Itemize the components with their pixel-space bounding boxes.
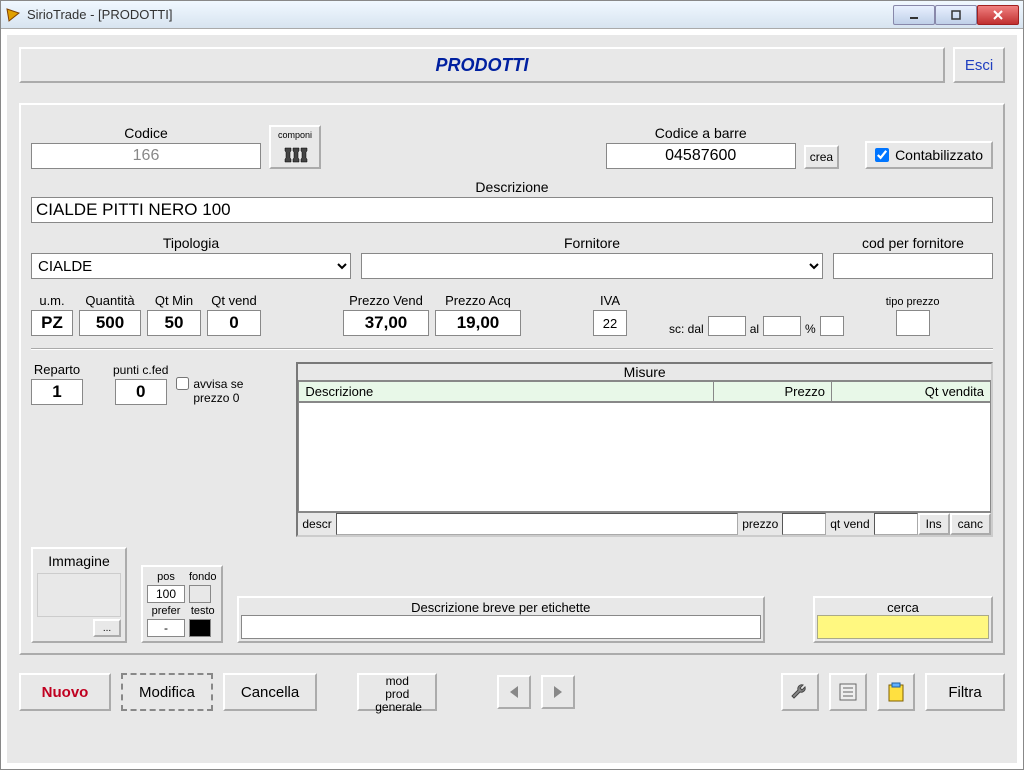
misure-col-qt: Qt vendita: [831, 382, 990, 402]
clipboard-button[interactable]: [877, 673, 915, 711]
fornitore-select[interactable]: [361, 253, 823, 279]
descr-etichette-input[interactable]: [241, 615, 761, 639]
misure-title: Misure: [298, 364, 991, 381]
sc-al-input[interactable]: [763, 316, 801, 336]
sc-pct-input[interactable]: [820, 316, 844, 336]
window: SirioTrade - [PRODOTTI] PRODOTTI Esci Co…: [0, 0, 1024, 770]
misure-prezzo-input[interactable]: [782, 513, 826, 535]
contabilizzato-input[interactable]: [875, 148, 889, 162]
punti-input[interactable]: [115, 379, 167, 405]
contabilizzato-checkbox[interactable]: Contabilizzato: [865, 141, 993, 169]
immagine-panel: Immagine ...: [31, 547, 127, 643]
chess-icon: [281, 140, 309, 164]
misure-panel: Misure Descrizione Prezzo Qt vendita des…: [296, 362, 993, 537]
minimize-button[interactable]: [893, 5, 935, 25]
barcode-input[interactable]: [606, 143, 796, 169]
footer-toolbar: Nuovo Modifica Cancella mod prod general…: [19, 673, 1005, 711]
iva-input[interactable]: [593, 310, 627, 336]
page-title: PRODOTTI: [436, 55, 529, 76]
exit-button[interactable]: Esci: [953, 47, 1005, 83]
nuovo-button[interactable]: Nuovo: [19, 673, 111, 711]
codfornitore-label: cod per fornitore: [833, 235, 993, 253]
codfornitore-input[interactable]: [833, 253, 993, 279]
crea-button[interactable]: crea: [804, 145, 839, 169]
filtra-button[interactable]: Filtra: [925, 673, 1005, 711]
cerca-input[interactable]: [817, 615, 989, 639]
misure-ins-button[interactable]: Ins: [918, 513, 950, 535]
prefer-input[interactable]: [147, 619, 185, 637]
barcode-label: Codice a barre: [606, 125, 796, 143]
window-controls: [893, 5, 1019, 25]
pos-panel: pos fondo prefer testo: [141, 565, 223, 643]
misure-col-descr: Descrizione: [299, 382, 714, 402]
codice-input[interactable]: [31, 143, 261, 169]
app-icon: [5, 7, 21, 23]
cancella-button[interactable]: Cancella: [223, 673, 317, 711]
list-icon: [837, 681, 859, 703]
tipoprezzo-input[interactable]: [896, 310, 930, 336]
prezzo-acq-input[interactable]: [435, 310, 521, 336]
testo-swatch[interactable]: [189, 619, 211, 637]
wrench-icon: [789, 681, 811, 703]
titlebar-text: SirioTrade - [PRODOTTI]: [27, 7, 893, 22]
arrow-right-icon: [550, 684, 566, 700]
prezzo-vend-input[interactable]: [343, 310, 429, 336]
main-panel: Codice componi Codice a barre crea Conta…: [19, 103, 1005, 655]
misure-canc-button[interactable]: canc: [950, 513, 991, 535]
reparto-input[interactable]: [31, 379, 83, 405]
immagine-browse-button[interactable]: ...: [93, 619, 121, 637]
arrow-left-icon: [506, 684, 522, 700]
componi-button[interactable]: componi: [269, 125, 321, 169]
quantita-input[interactable]: [79, 310, 141, 336]
misure-col-prezzo: Prezzo: [714, 382, 832, 402]
fornitore-label: Fornitore: [361, 235, 823, 253]
codice-label: Codice: [31, 125, 261, 143]
modifica-button[interactable]: Modifica: [121, 673, 213, 711]
immagine-preview: [37, 573, 121, 617]
misure-descr-input[interactable]: [336, 513, 739, 535]
sc-dal-input[interactable]: [708, 316, 746, 336]
cerca-panel: cerca: [813, 596, 993, 643]
content: PRODOTTI Esci Codice componi Codice a ba…: [1, 29, 1023, 769]
clipboard-icon: [885, 681, 907, 703]
maximize-button[interactable]: [935, 5, 977, 25]
modprod-button[interactable]: mod prod generale: [357, 673, 437, 711]
wrench-button[interactable]: [781, 673, 819, 711]
misure-body[interactable]: [298, 402, 991, 512]
list-button[interactable]: [829, 673, 867, 711]
tipologia-label: Tipologia: [31, 235, 351, 253]
descrizione-label: Descrizione: [31, 179, 993, 197]
page-title-bar: PRODOTTI: [19, 47, 945, 83]
pos-input[interactable]: [147, 585, 185, 603]
qtmin-input[interactable]: [147, 310, 201, 336]
prev-button[interactable]: [497, 675, 531, 709]
next-button[interactable]: [541, 675, 575, 709]
um-input[interactable]: [31, 310, 73, 336]
close-button[interactable]: [977, 5, 1019, 25]
tipologia-select[interactable]: CIALDE: [31, 253, 351, 279]
descrizione-input[interactable]: [31, 197, 993, 223]
avvisa-checkbox[interactable]: [176, 377, 189, 390]
titlebar: SirioTrade - [PRODOTTI]: [1, 1, 1023, 29]
fondo-swatch[interactable]: [189, 585, 211, 603]
qtvend-input[interactable]: [207, 310, 261, 336]
misure-qtvend-input[interactable]: [874, 513, 918, 535]
descr-etichette-panel: Descrizione breve per etichette: [237, 596, 765, 643]
